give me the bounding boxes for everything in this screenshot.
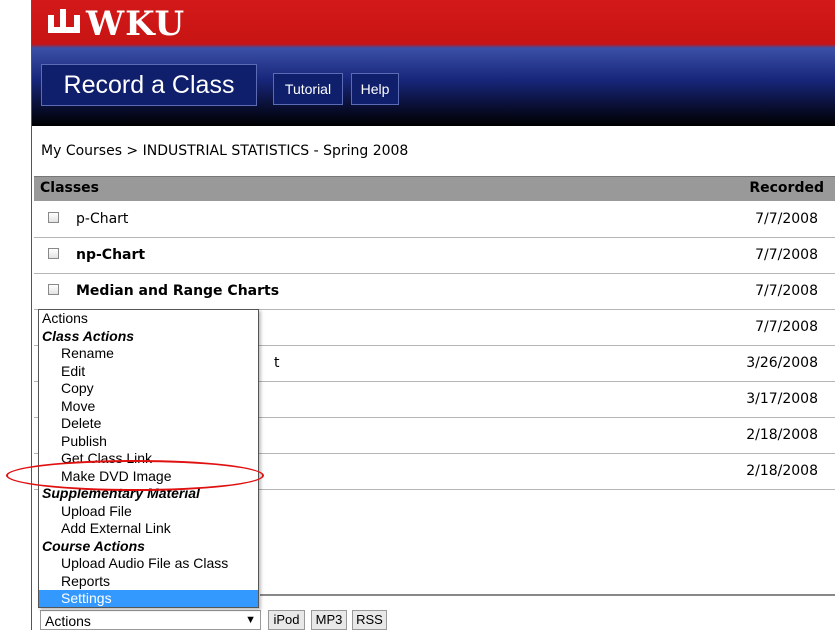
recorded-date: 2/18/2008 — [746, 427, 818, 443]
actions-select[interactable]: Actions ▼ — [40, 610, 261, 630]
rss-button[interactable]: RSS — [352, 610, 387, 630]
help-button[interactable]: Help — [351, 73, 399, 105]
menu-item-actions[interactable]: Actions — [39, 310, 258, 328]
actions-dropdown-menu[interactable]: Actions Class Actions Rename Edit Copy M… — [38, 309, 259, 608]
recorded-date: 2/18/2008 — [746, 463, 818, 479]
menu-item-upload-file[interactable]: Upload File — [39, 503, 258, 521]
menu-item-copy[interactable]: Copy — [39, 380, 258, 398]
class-name[interactable]: p-Chart — [76, 211, 128, 227]
menu-item-reports[interactable]: Reports — [39, 573, 258, 591]
mp3-button[interactable]: MP3 — [311, 610, 347, 630]
app-title[interactable]: Record a Class — [41, 64, 257, 106]
menu-item-delete[interactable]: Delete — [39, 415, 258, 433]
classes-table-header: Classes Recorded — [34, 176, 835, 201]
ipod-button[interactable]: iPod — [268, 610, 305, 630]
logo-text: WKU — [86, 4, 186, 44]
chevron-down-icon[interactable]: ▼ — [245, 614, 256, 626]
recorded-date: 7/7/2008 — [755, 319, 818, 335]
wku-mark-icon — [46, 9, 82, 39]
menu-item-publish[interactable]: Publish — [39, 433, 258, 451]
recorded-date: 7/7/2008 — [755, 211, 818, 227]
menu-item-edit[interactable]: Edit — [39, 363, 258, 381]
menu-item-move[interactable]: Move — [39, 398, 258, 416]
menu-item-upload-audio-file[interactable]: Upload Audio File as Class — [39, 555, 258, 573]
column-recorded[interactable]: Recorded — [749, 180, 824, 196]
row-checkbox[interactable] — [48, 284, 59, 295]
actions-select-value: Actions — [45, 613, 91, 629]
wku-logo[interactable]: WKU — [46, 2, 185, 46]
recorded-date: 7/7/2008 — [755, 283, 818, 299]
table-row[interactable]: Median and Range Charts 7/7/2008 — [34, 273, 835, 310]
table-row[interactable]: p-Chart 7/7/2008 — [34, 201, 835, 238]
menu-group-course-actions: Course Actions — [42, 537, 145, 554]
class-name[interactable]: Median and Range Charts — [76, 283, 279, 299]
annotation-highlight-oval — [6, 460, 264, 491]
recorded-date: 3/26/2008 — [746, 355, 818, 371]
recorded-date: 7/7/2008 — [755, 247, 818, 263]
column-classes[interactable]: Classes — [40, 180, 99, 196]
class-name[interactable]: np-Chart — [76, 247, 145, 263]
row-checkbox[interactable] — [48, 248, 59, 259]
menu-group-class-actions: Class Actions — [42, 327, 135, 344]
tutorial-button[interactable]: Tutorial — [273, 73, 343, 105]
row-checkbox[interactable] — [48, 212, 59, 223]
divider — [260, 594, 835, 596]
breadcrumb[interactable]: My Courses > INDUSTRIAL STATISTICS - Spr… — [41, 143, 408, 159]
table-row[interactable]: np-Chart 7/7/2008 — [34, 237, 835, 274]
recorded-date: 3/17/2008 — [746, 391, 818, 407]
menu-item-add-external-link[interactable]: Add External Link — [39, 520, 258, 538]
menu-item-rename[interactable]: Rename — [39, 345, 258, 363]
class-name[interactable]: t — [274, 355, 280, 371]
menu-item-settings[interactable]: Settings — [39, 590, 258, 607]
header-banner: WKU Record a Class Tutorial Help — [32, 0, 835, 126]
